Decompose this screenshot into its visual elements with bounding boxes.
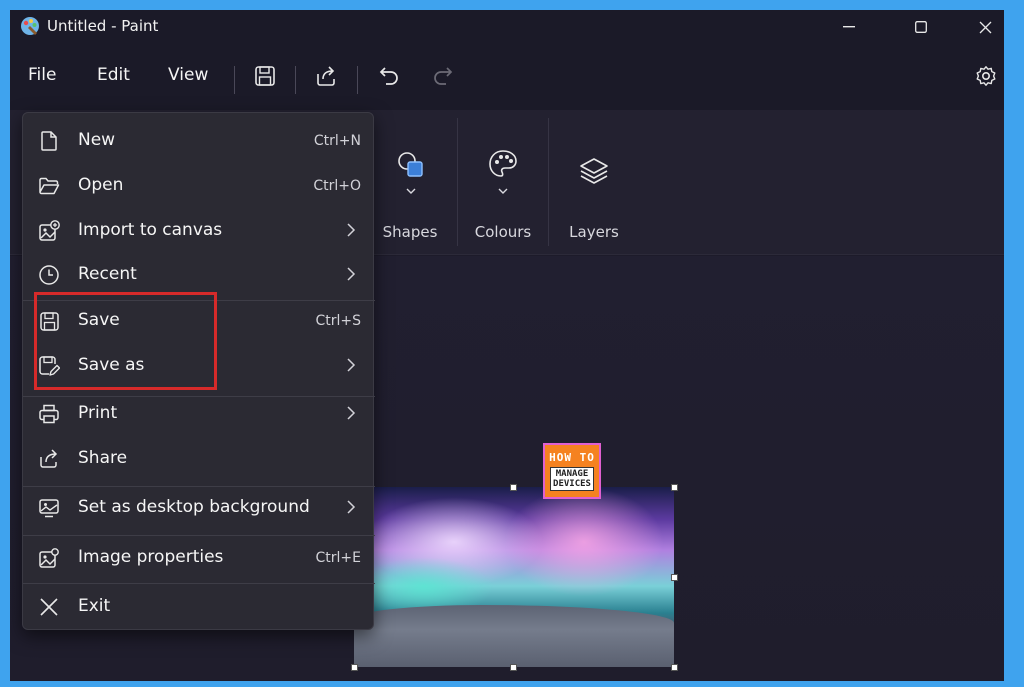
chevron-down-icon (406, 188, 416, 194)
new-file-icon (37, 129, 61, 153)
menu-item-label: Exit (78, 596, 111, 616)
minimize-icon (843, 26, 855, 28)
resize-handle[interactable] (671, 664, 678, 671)
redo-icon[interactable] (428, 61, 458, 91)
close-icon (37, 595, 61, 619)
menu-item-label: Open (78, 175, 124, 195)
menu-divider (23, 535, 375, 536)
toolbar-divider (234, 66, 235, 94)
menu-item-set-as-desktop-background[interactable]: Set as desktop background (23, 488, 375, 528)
logo-line-3: DEVICES (553, 479, 591, 489)
shapes-icon (398, 152, 423, 177)
layers-label: Layers (569, 223, 619, 241)
menu-item-image-properties[interactable]: Image properties Ctrl+E (23, 538, 375, 578)
layers-group[interactable]: Layers (548, 110, 640, 255)
view-menu-button[interactable]: View (168, 65, 208, 85)
menu-item-import-to-canvas[interactable]: Import to canvas (23, 211, 375, 251)
menu-item-label: Set as desktop background (78, 497, 310, 517)
menu-item-shortcut: Ctrl+O (313, 178, 361, 194)
layers-icon (580, 158, 608, 184)
printer-icon (37, 402, 61, 426)
menu-item-exit[interactable]: Exit (23, 587, 375, 627)
menu-item-label: Save as (78, 355, 145, 375)
menu-item-shortcut: Ctrl+S (315, 313, 361, 329)
desktop-background-icon (37, 496, 61, 520)
menu-item-label: Save (78, 310, 120, 330)
menu-item-shortcut: Ctrl+N (313, 133, 361, 149)
menu-item-save-as[interactable]: Save as (23, 346, 375, 386)
resize-handle[interactable] (671, 484, 678, 491)
resize-handle[interactable] (351, 664, 358, 671)
clock-icon (37, 263, 61, 287)
menu-item-recent[interactable]: Recent (23, 255, 375, 295)
logo-lines-2-3: MANAGE DEVICES (550, 467, 594, 491)
share-icon (37, 447, 61, 471)
palette-icon (489, 150, 517, 177)
resize-handle[interactable] (510, 664, 517, 671)
file-menu-button[interactable]: File (28, 65, 56, 85)
snow-ground (354, 605, 674, 667)
undo-icon[interactable] (374, 61, 404, 91)
paint-app-icon (19, 15, 41, 37)
paint-window: Untitled - Paint File Edit View Shapes C… (10, 10, 1004, 681)
menu-item-label: Recent (78, 264, 137, 284)
chevron-right-icon (347, 223, 356, 237)
logo-line-2: MANAGE (555, 469, 589, 479)
share-icon[interactable] (311, 61, 341, 91)
title-bar: Untitled - Paint (10, 10, 1004, 46)
menu-item-label: New (78, 130, 116, 150)
chevron-right-icon (347, 500, 356, 514)
chevron-right-icon (347, 406, 356, 420)
minimize-button[interactable] (818, 10, 880, 44)
aurora-glow (504, 487, 664, 597)
menu-item-new[interactable]: New Ctrl+N (23, 121, 375, 161)
close-button[interactable] (954, 10, 1004, 44)
menu-item-label: Print (78, 403, 118, 423)
menu-item-print[interactable]: Print (23, 394, 375, 434)
chevron-down-icon (498, 188, 508, 194)
close-icon (979, 21, 991, 33)
maximize-icon (915, 21, 927, 33)
window-title: Untitled - Paint (47, 17, 159, 35)
toolbar-divider (357, 66, 358, 94)
menu-item-share[interactable]: Share (23, 439, 375, 479)
import-image-icon (37, 219, 61, 243)
image-properties-icon (37, 546, 61, 570)
menu-item-label: Import to canvas (78, 220, 223, 240)
resize-handle[interactable] (671, 574, 678, 581)
how-to-manage-devices-logo: HOW TO MANAGE DEVICES (543, 443, 601, 499)
shapes-label: Shapes (382, 223, 438, 241)
edit-menu-button[interactable]: Edit (97, 65, 130, 85)
settings-icon[interactable] (971, 61, 1001, 91)
menu-bar: File Edit View (10, 46, 1004, 110)
save-icon[interactable] (250, 61, 280, 91)
save-as-icon (37, 354, 61, 378)
menu-item-open[interactable]: Open Ctrl+O (23, 166, 375, 206)
canvas-image[interactable] (354, 487, 674, 667)
menu-divider (23, 583, 375, 584)
colours-group[interactable]: Colours (457, 110, 549, 255)
menu-item-save[interactable]: Save Ctrl+S (23, 301, 375, 341)
maximize-button[interactable] (890, 10, 952, 44)
resize-handle[interactable] (510, 484, 517, 491)
toolbar-divider (295, 66, 296, 94)
chevron-right-icon (347, 267, 356, 281)
colours-label: Colours (474, 223, 532, 241)
menu-item-label: Image properties (78, 547, 224, 567)
logo-line-1: HOW TO (549, 451, 595, 464)
menu-divider (23, 486, 375, 487)
save-icon (37, 309, 61, 333)
file-menu-dropdown: New Ctrl+N Open Ctrl+O Import to canvas … (22, 112, 375, 630)
chevron-right-icon (347, 358, 356, 372)
shapes-group[interactable]: Shapes (364, 110, 456, 255)
menu-item-shortcut: Ctrl+E (315, 550, 362, 566)
folder-open-icon (37, 174, 61, 198)
menu-item-label: Share (78, 448, 128, 468)
